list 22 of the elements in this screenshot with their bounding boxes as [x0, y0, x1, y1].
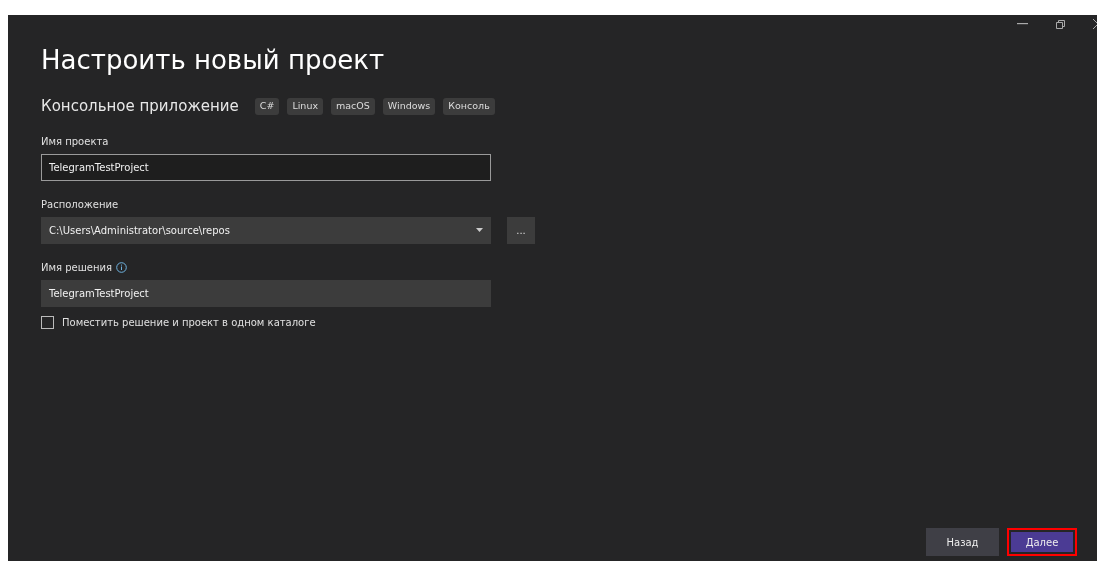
solution-name-field[interactable]: TelegramTestProject	[41, 279, 491, 307]
dialog-title: Настроить новый проект	[41, 45, 386, 77]
restore-icon[interactable]	[1056, 19, 1065, 29]
tag: C#	[254, 98, 280, 115]
template-name: Консольное приложение	[41, 96, 239, 118]
minimize-icon[interactable]	[1017, 23, 1028, 25]
caret-icon	[476, 228, 483, 233]
location-dropdown[interactable]: C:\Users\Administrator\source\repos	[41, 216, 491, 244]
tag: macOS	[331, 98, 375, 115]
tag: Консоль	[443, 98, 495, 115]
checkbox[interactable]	[41, 315, 54, 329]
field-label: Расположение	[41, 197, 120, 212]
field-label: Имя проекта	[41, 134, 110, 149]
back-button[interactable]: Назад	[926, 528, 999, 556]
field-label: Имя решения	[41, 260, 113, 275]
next-button[interactable]: Далее	[1007, 528, 1077, 556]
project-name-field[interactable]: TelegramTestProject	[41, 153, 491, 181]
checkbox-label: Поместить решение и проект в одном каталоге	[62, 315, 316, 330]
browse-button[interactable]: ...	[507, 216, 535, 244]
tag: Linux	[287, 98, 324, 115]
info-icon[interactable]	[116, 261, 128, 273]
tag: Windows	[382, 98, 436, 115]
